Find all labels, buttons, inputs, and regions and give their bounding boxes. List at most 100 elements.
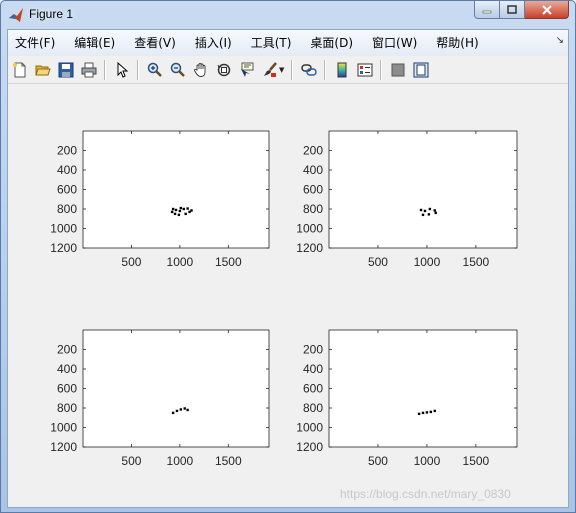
y-tick-label: 400 [57,163,77,177]
y-tick-label: 200 [57,343,77,357]
close-button[interactable] [525,1,569,19]
rotate-3d-icon[interactable] [213,59,235,81]
x-tick-label: 1000 [414,454,441,468]
x-tick-label: 1500 [463,255,490,269]
y-tick-label: 1200 [296,440,323,454]
data-point [179,206,183,210]
menu-view[interactable]: 查看(V) [127,33,183,53]
toolbar-separator [324,59,326,80]
x-tick-label: 500 [121,454,141,468]
data-cursor-icon[interactable] [236,59,258,81]
data-point [171,411,175,415]
print-icon[interactable] [78,59,100,81]
y-tick-label: 1000 [50,421,77,435]
menu-desktop[interactable]: 桌面(D) [303,33,360,53]
open-file-icon[interactable] [32,59,54,81]
save-icon[interactable] [55,59,77,81]
data-point [190,209,193,212]
data-point [184,212,187,216]
toolbar-separator [104,59,106,80]
data-point [419,208,423,212]
menu-insert[interactable]: 插入(I) [188,33,239,53]
x-tick-label: 500 [368,255,388,269]
data-point [433,209,436,212]
menu-edit[interactable]: 编辑(E) [67,33,122,53]
matlab-logo-icon [9,8,23,22]
y-tick-label: 800 [303,202,323,216]
y-tick-label: 800 [57,401,77,415]
maximize-button[interactable] [500,1,525,19]
brush-icon[interactable] [259,59,281,81]
y-tick-label: 800 [303,401,323,415]
data-point [428,207,432,211]
watermark: https://blog.csdn.net/mary_0830 [340,487,511,501]
data-point [423,209,427,213]
y-tick-label: 400 [303,163,323,177]
y-tick-label: 1200 [50,241,77,255]
y-tick-label: 600 [303,183,323,197]
data-point [417,412,421,416]
menu-tools[interactable]: 工具(T) [244,33,299,53]
y-tick-label: 400 [303,362,323,376]
hide-plot-tools-icon[interactable] [387,59,409,81]
link-plot-icon[interactable] [298,59,320,81]
brush-dropdown-icon[interactable]: ▼ [279,66,287,74]
axes-box-top-left [82,130,270,249]
y-tick-label: 600 [57,382,77,396]
data-point [171,207,175,211]
zoom-in-icon[interactable] [144,59,166,81]
data-point [175,409,179,413]
y-tick-label: 800 [57,202,77,216]
y-tick-label: 1000 [296,222,323,236]
figure-toolbar: ▼ [8,56,568,84]
x-tick-label: 500 [121,255,141,269]
title-bar[interactable]: Figure 1 [1,1,575,29]
y-tick-label: 200 [303,343,323,357]
data-point [427,213,431,216]
data-point [186,207,189,210]
menu-bar: 文件(F) 编辑(E) 查看(V) 插入(I) 工具(T) 桌面(D) 窗口(W… [8,30,568,56]
legend-icon[interactable] [354,59,376,81]
close-icon [541,4,552,15]
x-tick-label: 1500 [215,454,242,468]
data-point [182,207,185,211]
data-point [174,208,178,212]
x-tick-label: 1000 [167,454,194,468]
minimize-button[interactable] [474,1,500,19]
subplots-canvas: 200 400 600 800 1000 1200 500 1000 1500 200 400 600… [50,130,518,468]
zoom-out-icon[interactable] [167,59,189,81]
colorbar-icon[interactable] [331,59,353,81]
y-tick-label: 1200 [50,440,77,454]
y-tick-label: 600 [57,183,77,197]
data-point [421,213,425,217]
x-tick-label: 1000 [167,255,194,269]
axes-box-bottom-right [328,329,518,448]
x-tick-label: 1500 [463,454,490,468]
menu-window[interactable]: 窗口(W) [365,33,424,53]
menu-help[interactable]: 帮助(H) [429,33,485,53]
x-tick-label: 1500 [215,255,242,269]
data-point [421,411,425,415]
data-point [177,213,181,217]
menu-file[interactable]: 文件(F) [8,33,62,53]
x-tick-label: 500 [368,454,388,468]
show-plot-tools-icon[interactable] [410,59,432,81]
pan-icon[interactable] [190,59,212,81]
toolbar-separator [291,59,293,80]
pointer-icon[interactable] [111,59,133,81]
y-tick-label: 400 [57,362,77,376]
y-tick-label: 200 [57,144,77,158]
maximize-icon [507,5,517,14]
figure-canvas: 200 400 600 800 1000 1200 500 1000 1500 200 400 600… [8,84,568,507]
axes-box-top-right [328,130,518,249]
minimize-icon [482,10,492,13]
y-tick-label: 200 [303,144,323,158]
data-point [434,211,437,215]
new-figure-icon[interactable] [9,59,31,81]
data-point [179,408,183,411]
dock-arrow-icon[interactable]: ↘ [556,35,564,46]
data-point [173,212,177,216]
y-tick-label: 1000 [50,222,77,236]
data-point [186,408,189,412]
toolbar-separator [380,59,382,80]
